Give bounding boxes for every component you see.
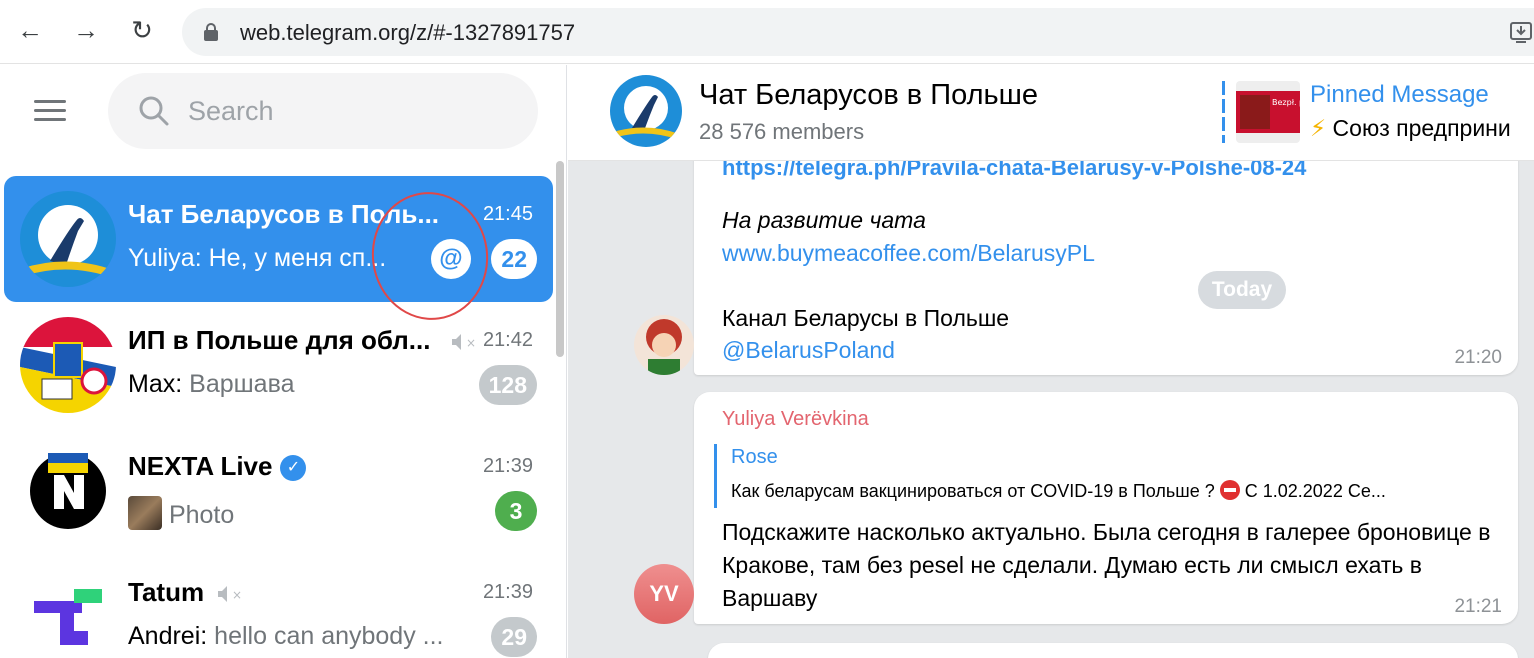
chat-title: ИП в Польше для обл... bbox=[128, 325, 431, 355]
chat-view: Чат Беларусов в Польше 28 576 members Be… bbox=[568, 65, 1534, 658]
header-avatar[interactable] bbox=[610, 75, 682, 147]
message-text: Подскажите насколько актуально. Была сег… bbox=[722, 519, 1491, 611]
lock-icon[interactable] bbox=[204, 23, 218, 41]
message-bubble[interactable] bbox=[708, 643, 1518, 658]
header-title: Чат Беларусов в Польше bbox=[699, 79, 1039, 111]
photo-thumbnail-icon bbox=[128, 496, 162, 530]
reply-quote[interactable]: Rose Как беларусам вакцинироваться от CO… bbox=[714, 444, 1504, 508]
chat-item-ip-poland[interactable]: ИП в Польше для обл... × 21:42 Max: Варш… bbox=[4, 302, 553, 428]
muted-icon: × bbox=[218, 586, 242, 602]
chat-avatar bbox=[20, 191, 116, 287]
sender-avatar[interactable]: YV bbox=[634, 564, 694, 624]
lightning-icon: ⚡ bbox=[1310, 115, 1327, 141]
sender-avatar[interactable] bbox=[634, 315, 694, 375]
chat-title: Tatum bbox=[128, 577, 205, 607]
message-link[interactable]: www.buymeacoffee.com/BelarusyPL bbox=[722, 240, 1095, 267]
svg-text:Bezpł. pomoc Białorusinów: Bezpł. pomoc Białorusinów bbox=[1272, 97, 1300, 107]
svg-text:×: × bbox=[232, 588, 242, 602]
browser-toolbar: ← → ↻ web.telegram.org/z/#-1327891757 bbox=[0, 0, 1534, 64]
reply-author: Rose bbox=[731, 446, 778, 468]
menu-icon[interactable] bbox=[34, 100, 66, 122]
chat-item-belarus-chat[interactable]: Чат Беларусов в Поль... 21:45 Yuliya: Не… bbox=[4, 176, 553, 302]
mention-badge: @ bbox=[431, 239, 471, 279]
chat-list-panel: Search Чат Беларусов в Поль... 21:45 Yul… bbox=[0, 65, 567, 658]
unread-badge: 22 bbox=[491, 239, 537, 279]
search-icon bbox=[139, 96, 169, 126]
verified-icon: ✓ bbox=[280, 455, 307, 482]
members-count: 28 576 members bbox=[699, 119, 865, 144]
chat-preview: Max: Варшава bbox=[128, 370, 295, 398]
pinned-title[interactable]: Pinned Message bbox=[1310, 81, 1489, 109]
svg-text:×: × bbox=[466, 336, 476, 350]
pinned-indicator bbox=[1222, 81, 1225, 143]
chat-header[interactable]: Чат Беларусов в Польше 28 576 members Be… bbox=[568, 65, 1534, 161]
message-time: 21:21 bbox=[1454, 596, 1502, 617]
date-divider: Today bbox=[1198, 271, 1286, 309]
chat-avatar bbox=[20, 569, 116, 658]
pinned-text[interactable]: ⚡ Союз предприни bbox=[1310, 115, 1511, 142]
reload-icon[interactable]: ↻ bbox=[124, 12, 160, 48]
message-text: Канал Беларусы в Польше bbox=[722, 305, 1010, 331]
message-link[interactable]: @BelarusPoland bbox=[722, 337, 895, 364]
unread-badge: 29 bbox=[491, 617, 537, 657]
message-text: На развитие чата bbox=[722, 207, 926, 233]
forward-icon[interactable]: → bbox=[68, 12, 104, 48]
chat-preview: Yuliya: Не, у меня сп... bbox=[128, 244, 387, 272]
chat-title: NEXTA Live ✓ bbox=[128, 451, 307, 482]
muted-icon: × bbox=[452, 334, 476, 350]
chat-time: 21:45 bbox=[482, 203, 533, 225]
unread-badge: 3 bbox=[495, 491, 537, 531]
install-app-icon[interactable] bbox=[1509, 20, 1533, 44]
sender-name[interactable]: Yuliya Verëvkina bbox=[722, 408, 869, 431]
back-icon[interactable]: ← bbox=[12, 12, 48, 48]
address-bar[interactable]: web.telegram.org/z/#-1327891757 bbox=[182, 8, 1534, 56]
chat-avatar bbox=[20, 443, 116, 539]
chat-title: Чат Беларусов в Поль... bbox=[128, 199, 440, 229]
chat-time: 21:39 bbox=[482, 581, 533, 603]
unread-badge: 128 bbox=[478, 365, 537, 405]
chat-list-scrollbar[interactable] bbox=[556, 161, 564, 357]
reply-text: Как беларусам вакцинироваться от COVID-1… bbox=[731, 480, 1386, 501]
no-entry-icon bbox=[1219, 480, 1240, 500]
chat-preview: Andrei: hello can anybody ... bbox=[128, 622, 444, 650]
chat-item-nexta-live[interactable]: NEXTA Live ✓ 21:39 Photo 3 bbox=[4, 428, 553, 554]
chat-time: 21:42 bbox=[482, 329, 533, 351]
message-time: 21:20 bbox=[1454, 347, 1502, 368]
url-text[interactable]: web.telegram.org/z/#-1327891757 bbox=[240, 20, 575, 46]
pinned-thumbnail[interactable]: Bezpł. pomoc Białorusinów bbox=[1236, 81, 1300, 143]
chat-avatar bbox=[20, 317, 116, 413]
chat-time: 21:39 bbox=[482, 455, 533, 477]
search-input[interactable]: Search bbox=[108, 73, 538, 149]
search-placeholder: Search bbox=[188, 96, 274, 126]
chat-preview: Photo bbox=[128, 496, 234, 530]
chat-item-tatum[interactable]: Tatum × 21:39 Andrei: hello can anybody … bbox=[4, 554, 553, 658]
message-bubble[interactable]: Yuliya Verëvkina Rose Как беларусам вакц… bbox=[694, 392, 1518, 624]
